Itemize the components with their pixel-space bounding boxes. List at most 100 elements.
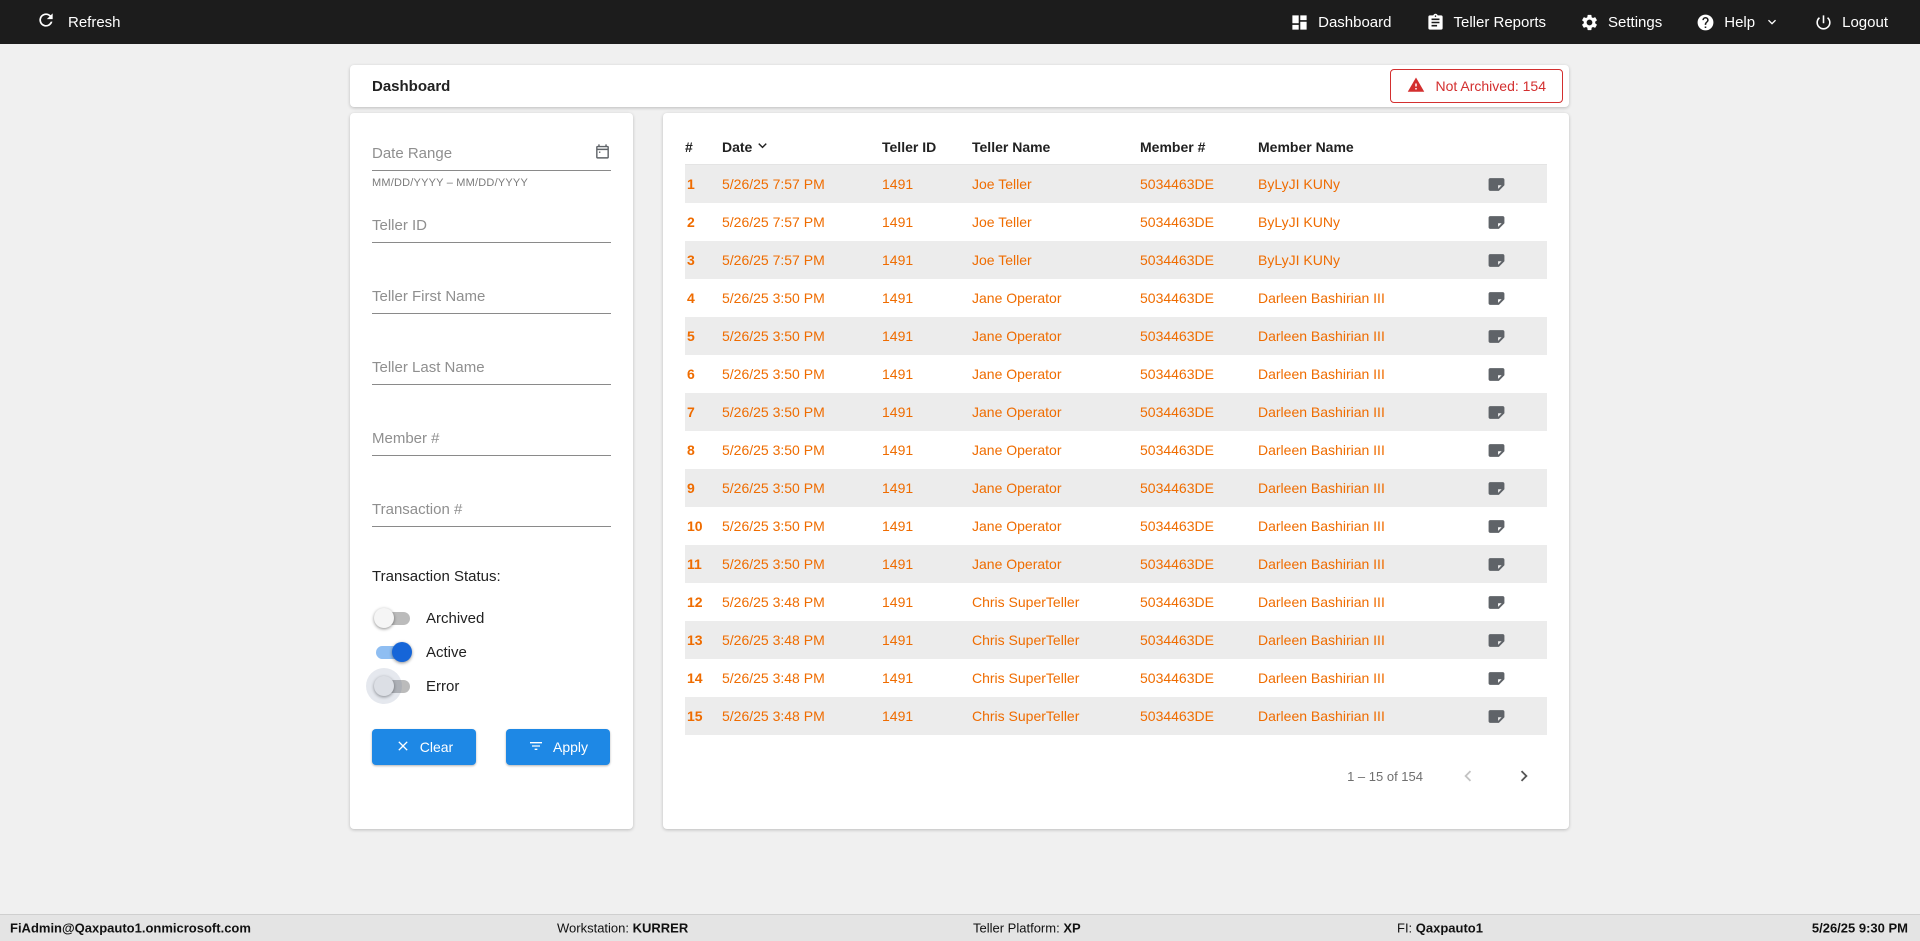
- cell-num: 12: [685, 594, 722, 610]
- note-icon[interactable]: [1469, 669, 1547, 688]
- nav-logout[interactable]: Logout: [1814, 13, 1888, 32]
- nav-teller-reports[interactable]: Teller Reports: [1426, 13, 1547, 32]
- cell-num: 14: [685, 670, 722, 686]
- cell-date: 5/26/25 3:50 PM: [722, 442, 882, 458]
- filter-icon: [528, 738, 544, 757]
- table-row[interactable]: 155/26/25 3:48 PM1491Chris SuperTeller50…: [685, 697, 1547, 735]
- refresh-icon: [36, 10, 56, 35]
- transaction-number-input[interactable]: [372, 497, 611, 527]
- note-icon[interactable]: [1469, 175, 1547, 194]
- clear-label: Clear: [420, 739, 453, 755]
- teller-platform-status: Teller Platform: XP: [973, 921, 1081, 936]
- column-teller-name[interactable]: Teller Name: [972, 139, 1140, 155]
- table-row[interactable]: 35/26/25 7:57 PM1491Joe Teller5034463DEB…: [685, 241, 1547, 279]
- error-toggle[interactable]: [376, 680, 410, 693]
- status-bar: FiAdmin@Qaxpauto1.onmicrosoft.com Workst…: [0, 914, 1920, 941]
- note-icon[interactable]: [1469, 631, 1547, 650]
- cell-mnum: 5034463DE: [1140, 480, 1258, 496]
- note-icon[interactable]: [1469, 213, 1547, 232]
- column-number[interactable]: #: [685, 139, 722, 155]
- table-row[interactable]: 45/26/25 3:50 PM1491Jane Operator5034463…: [685, 279, 1547, 317]
- cell-mnum: 5034463DE: [1140, 442, 1258, 458]
- cell-date: 5/26/25 3:48 PM: [722, 594, 882, 610]
- cell-tname: Jane Operator: [972, 480, 1140, 496]
- nav-settings[interactable]: Settings: [1580, 13, 1662, 32]
- cell-tname: Joe Teller: [972, 252, 1140, 268]
- teller-first-name-input[interactable]: [372, 284, 611, 314]
- note-icon[interactable]: [1469, 365, 1547, 384]
- note-icon[interactable]: [1469, 593, 1547, 612]
- note-icon[interactable]: [1469, 441, 1547, 460]
- table-row[interactable]: 105/26/25 3:50 PM1491Jane Operator503446…: [685, 507, 1547, 545]
- table-body: 15/26/25 7:57 PM1491Joe Teller5034463DEB…: [685, 165, 1547, 735]
- nav-help[interactable]: Help: [1696, 13, 1780, 32]
- cell-mnum: 5034463DE: [1140, 214, 1258, 230]
- apply-label: Apply: [553, 739, 588, 755]
- teller-reports-icon: [1426, 13, 1445, 32]
- cell-tname: Chris SuperTeller: [972, 708, 1140, 724]
- column-teller-id[interactable]: Teller ID: [882, 139, 972, 155]
- note-icon[interactable]: [1469, 517, 1547, 536]
- table-row[interactable]: 125/26/25 3:48 PM1491Chris SuperTeller50…: [685, 583, 1547, 621]
- cell-num: 5: [685, 328, 722, 344]
- column-member-number[interactable]: Member #: [1140, 139, 1258, 155]
- teller-last-name-input[interactable]: [372, 355, 611, 385]
- table-row[interactable]: 115/26/25 3:50 PM1491Jane Operator503446…: [685, 545, 1547, 583]
- cell-num: 7: [685, 404, 722, 420]
- cell-date: 5/26/25 3:50 PM: [722, 480, 882, 496]
- member-number-input[interactable]: [372, 426, 611, 456]
- cell-mname: ByLyJI KUNy: [1258, 214, 1469, 230]
- table-row[interactable]: 75/26/25 3:50 PM1491Jane Operator5034463…: [685, 393, 1547, 431]
- note-icon[interactable]: [1469, 403, 1547, 422]
- column-date[interactable]: Date: [722, 137, 882, 157]
- teller-last-name-field: [372, 355, 611, 385]
- cell-tname: Jane Operator: [972, 290, 1140, 306]
- column-member-name[interactable]: Member Name: [1258, 139, 1469, 155]
- next-page-icon[interactable]: [1513, 765, 1535, 787]
- table-row[interactable]: 55/26/25 3:50 PM1491Jane Operator5034463…: [685, 317, 1547, 355]
- prev-page-icon[interactable]: [1457, 765, 1479, 787]
- table-row[interactable]: 85/26/25 3:50 PM1491Jane Operator5034463…: [685, 431, 1547, 469]
- cell-tid: 1491: [882, 176, 972, 192]
- cell-mnum: 5034463DE: [1140, 404, 1258, 420]
- note-icon[interactable]: [1469, 555, 1547, 574]
- active-toggle[interactable]: [376, 646, 410, 659]
- cell-num: 15: [685, 708, 722, 724]
- nav-dashboard[interactable]: Dashboard: [1290, 13, 1391, 32]
- cell-tname: Jane Operator: [972, 442, 1140, 458]
- archived-toggle[interactable]: [376, 612, 410, 625]
- note-icon[interactable]: [1469, 251, 1547, 270]
- cell-tid: 1491: [882, 632, 972, 648]
- cell-num: 13: [685, 632, 722, 648]
- calendar-icon[interactable]: [594, 143, 611, 165]
- table-row[interactable]: 95/26/25 3:50 PM1491Jane Operator5034463…: [685, 469, 1547, 507]
- cell-date: 5/26/25 3:50 PM: [722, 366, 882, 382]
- note-icon[interactable]: [1469, 327, 1547, 346]
- table-row[interactable]: 25/26/25 7:57 PM1491Joe Teller5034463DEB…: [685, 203, 1547, 241]
- date-range-input[interactable]: [372, 141, 611, 171]
- not-archived-badge[interactable]: Not Archived: 154: [1390, 69, 1563, 103]
- cell-mname: Darleen Bashirian III: [1258, 708, 1469, 724]
- top-bar: Refresh Dashboard Teller Reports Setting…: [0, 0, 1920, 44]
- cell-tname: Joe Teller: [972, 176, 1140, 192]
- clear-button[interactable]: Clear: [372, 729, 476, 765]
- note-icon[interactable]: [1469, 479, 1547, 498]
- cell-mname: Darleen Bashirian III: [1258, 556, 1469, 572]
- status-datetime: 5/26/25 9:30 PM: [1812, 921, 1908, 936]
- cell-mname: Darleen Bashirian III: [1258, 290, 1469, 306]
- table-row[interactable]: 65/26/25 3:50 PM1491Jane Operator5034463…: [685, 355, 1547, 393]
- cell-tname: Joe Teller: [972, 214, 1140, 230]
- cell-date: 5/26/25 3:50 PM: [722, 518, 882, 534]
- table-row[interactable]: 145/26/25 3:48 PM1491Chris SuperTeller50…: [685, 659, 1547, 697]
- member-number-field: [372, 426, 611, 456]
- cell-tname: Jane Operator: [972, 556, 1140, 572]
- table-row[interactable]: 135/26/25 3:48 PM1491Chris SuperTeller50…: [685, 621, 1547, 659]
- refresh-button[interactable]: Refresh: [36, 10, 121, 35]
- transaction-status-label: Transaction Status:: [372, 568, 611, 585]
- dashboard-icon: [1290, 13, 1309, 32]
- teller-id-input[interactable]: [372, 213, 611, 243]
- note-icon[interactable]: [1469, 289, 1547, 308]
- table-row[interactable]: 15/26/25 7:57 PM1491Joe Teller5034463DEB…: [685, 165, 1547, 203]
- apply-button[interactable]: Apply: [506, 729, 610, 765]
- note-icon[interactable]: [1469, 707, 1547, 726]
